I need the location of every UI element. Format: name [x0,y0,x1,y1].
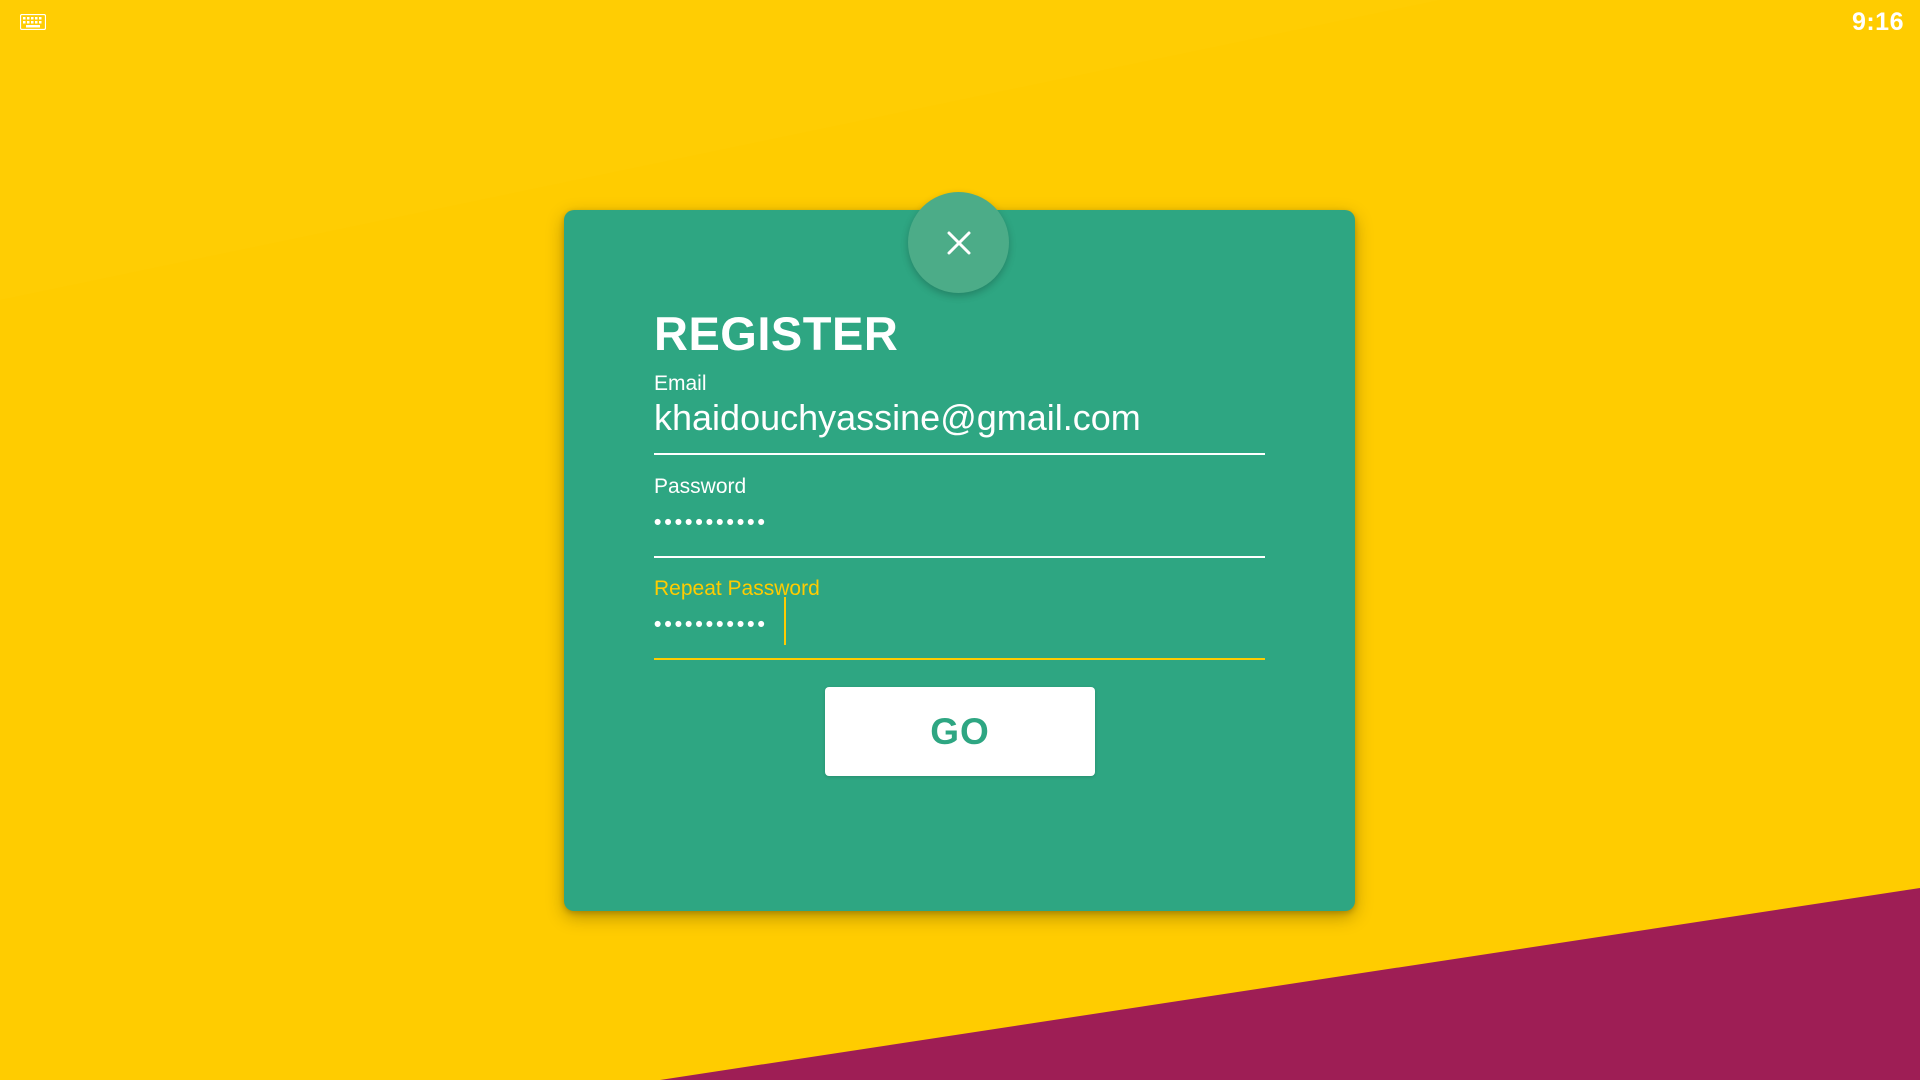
text-caret [784,597,786,645]
repeat-password-field[interactable]: Repeat Password ••••••••••• [654,577,1265,660]
close-button[interactable] [908,192,1009,293]
close-icon [947,231,970,254]
repeat-password-label: Repeat Password [654,577,820,600]
page-title: REGISTER [654,307,899,360]
password-label: Password [654,475,747,498]
app-screen: 9:16 REGISTER Email khaidouchyassine@gma… [0,0,1920,1080]
go-button[interactable]: GO [825,687,1095,776]
email-label: Email [654,372,707,395]
password-input[interactable]: ••••••••••• [654,503,1265,543]
repeat-password-underline [654,658,1265,660]
keyboard-icon [20,14,46,30]
email-field[interactable]: Email khaidouchyassine@gmail.com [654,372,1265,455]
password-underline [654,556,1265,558]
email-underline [654,453,1265,455]
email-input[interactable]: khaidouchyassine@gmail.com [654,398,1265,438]
repeat-password-input[interactable]: ••••••••••• [654,605,1265,645]
password-field[interactable]: Password ••••••••••• [654,475,1265,558]
status-bar: 9:16 [0,0,1920,44]
status-clock: 9:16 [1851,8,1904,36]
